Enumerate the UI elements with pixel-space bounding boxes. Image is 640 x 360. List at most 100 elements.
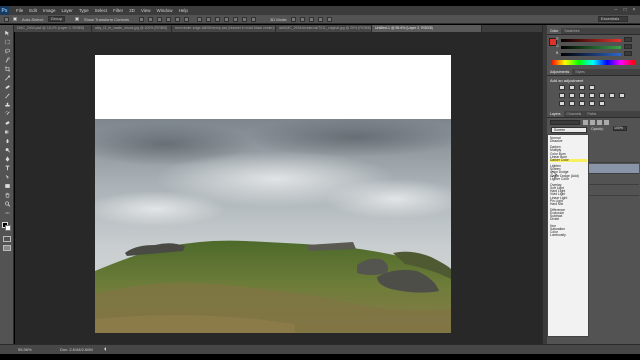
tab-adjustments[interactable]: Adjustments xyxy=(547,69,573,75)
layer-filter-dropdown[interactable] xyxy=(550,120,580,125)
filter-adjustment-icon[interactable] xyxy=(590,120,595,125)
distribute-right-icon[interactable] xyxy=(242,16,248,22)
blend-mode-select[interactable]: Screen xyxy=(551,127,587,133)
menu-window[interactable]: Window xyxy=(154,6,176,15)
color-balance-icon[interactable] xyxy=(579,93,585,98)
move-tool-preset-icon[interactable] xyxy=(4,16,9,22)
menu-image[interactable]: Image xyxy=(40,6,59,15)
color-slider-b[interactable]: B xyxy=(556,51,633,56)
close-window-button[interactable]: × xyxy=(630,6,638,15)
opacity-field[interactable]: 100% xyxy=(613,126,627,131)
exposure-icon[interactable] xyxy=(589,85,595,90)
color-slider-g[interactable]: G xyxy=(556,44,633,49)
minimize-button[interactable]: – xyxy=(612,6,620,15)
menu-edit[interactable]: Edit xyxy=(26,6,40,15)
slider-track[interactable] xyxy=(561,39,621,42)
tab-swatches[interactable]: Swatches xyxy=(561,28,582,34)
vibrance-icon[interactable] xyxy=(559,93,565,98)
menu-help[interactable]: Help xyxy=(176,6,191,15)
eraser-tool-icon[interactable] xyxy=(3,119,11,126)
crop-tool-icon[interactable] xyxy=(3,65,11,72)
gradient-tool-icon[interactable] xyxy=(3,128,11,135)
brightness-contrast-icon[interactable] xyxy=(559,85,565,90)
color-lookup-icon[interactable] xyxy=(619,93,625,98)
doc-tab[interactable]: aleDMC_2934/divider/uk/7011_original.jpg… xyxy=(276,25,372,32)
slider-track[interactable] xyxy=(561,46,621,49)
blend-option[interactable]: Divide xyxy=(550,218,587,221)
filter-type-icon[interactable] xyxy=(597,120,602,125)
clone-stamp-tool-icon[interactable] xyxy=(3,101,11,108)
levels-icon[interactable] xyxy=(569,85,575,90)
align-left-icon[interactable] xyxy=(166,16,172,22)
zoom-tool-icon[interactable] xyxy=(3,200,11,207)
tab-paths[interactable]: Paths xyxy=(584,111,599,117)
filter-shape-icon[interactable] xyxy=(604,120,609,125)
blend-option[interactable]: Hard Mix xyxy=(550,202,587,206)
maximize-button[interactable]: □ xyxy=(621,6,629,15)
pen-tool-icon[interactable] xyxy=(3,155,11,162)
status-menu-arrow-icon[interactable] xyxy=(102,347,106,351)
screen-mode-icon[interactable] xyxy=(3,245,11,251)
menu-view[interactable]: View xyxy=(138,6,154,15)
black-white-icon[interactable] xyxy=(589,93,595,98)
3d-pan-icon[interactable] xyxy=(309,16,315,22)
distribute-middle-icon[interactable] xyxy=(206,16,212,22)
distribute-top-icon[interactable] xyxy=(197,16,203,22)
menu-filter[interactable]: Filter xyxy=(110,6,126,15)
tab-styles[interactable]: Styles xyxy=(572,69,588,75)
auto-align-icon[interactable] xyxy=(251,16,257,22)
workspace-dropdown[interactable]: Essentials xyxy=(598,16,628,22)
menu-3d[interactable]: 3D xyxy=(126,6,138,15)
align-top-icon[interactable] xyxy=(139,16,145,22)
photo-filter-icon[interactable] xyxy=(599,93,605,98)
tab-channels[interactable]: Channels xyxy=(564,111,585,117)
distribute-left-icon[interactable] xyxy=(224,16,230,22)
move-tool-icon[interactable] xyxy=(3,29,11,36)
quick-mask-icon[interactable] xyxy=(3,236,11,242)
blur-tool-icon[interactable] xyxy=(3,137,11,144)
doc-tab[interactable]: rem/cinder-edge-fall/06/nemp.psd (blanke… xyxy=(172,25,276,32)
rectangle-tool-icon[interactable] xyxy=(3,182,11,189)
3d-rotate-icon[interactable] xyxy=(291,16,297,22)
blend-option[interactable]: Luminosity xyxy=(550,233,587,237)
auto-select-dropdown[interactable]: Group xyxy=(47,16,65,22)
align-bottom-icon[interactable] xyxy=(157,16,163,22)
brush-tool-icon[interactable] xyxy=(3,92,11,99)
auto-select-checkbox[interactable] xyxy=(13,17,17,21)
hand-tool-icon[interactable] xyxy=(3,191,11,198)
document-canvas[interactable] xyxy=(95,55,451,333)
channel-value-field[interactable] xyxy=(624,44,632,49)
hue-saturation-icon[interactable] xyxy=(569,93,575,98)
selective-color-icon[interactable] xyxy=(599,101,605,106)
distribute-bottom-icon[interactable] xyxy=(215,16,221,22)
doc-tab-active[interactable]: Untitled-1 @ 55.6% (Layer 2, RGB/8) xyxy=(372,25,482,32)
eyedropper-tool-icon[interactable] xyxy=(3,74,11,81)
blend-option[interactable]: Dissolve xyxy=(550,139,587,143)
healing-brush-tool-icon[interactable] xyxy=(3,83,11,90)
background-color-swatch[interactable] xyxy=(5,225,11,231)
posterize-icon[interactable] xyxy=(569,101,575,106)
3d-slide-icon[interactable] xyxy=(318,16,324,22)
threshold-icon[interactable] xyxy=(579,101,585,106)
type-tool-icon[interactable] xyxy=(3,164,11,171)
align-right-icon[interactable] xyxy=(184,16,190,22)
more-tools-icon[interactable] xyxy=(3,209,11,216)
distribute-center-icon[interactable] xyxy=(233,16,239,22)
blend-option[interactable]: Lighter Color xyxy=(550,177,587,181)
gradient-map-icon[interactable] xyxy=(589,101,595,106)
tab-color[interactable]: Color xyxy=(547,28,562,34)
channel-mixer-icon[interactable] xyxy=(609,93,615,98)
menu-file[interactable]: File xyxy=(13,6,26,15)
channel-value-field[interactable] xyxy=(624,51,632,56)
curves-icon[interactable] xyxy=(579,85,585,90)
doc-tab[interactable]: alby_t3_fe_castle_shock.jpg @ 100% (RGB/… xyxy=(92,25,172,32)
channel-value-field[interactable] xyxy=(624,37,632,42)
slider-track[interactable] xyxy=(561,53,621,56)
tab-layers[interactable]: Layers xyxy=(547,111,564,117)
zoom-level[interactable]: 55.56% xyxy=(18,345,32,354)
align-center-icon[interactable] xyxy=(175,16,181,22)
menu-type[interactable]: Type xyxy=(76,6,92,15)
menu-layer[interactable]: Layer xyxy=(59,6,76,15)
doc-tab[interactable]: DMC_2934.psd @ 15.2% (Layer 2, RGB/8) xyxy=(14,25,92,32)
3d-scale-icon[interactable] xyxy=(327,16,333,22)
